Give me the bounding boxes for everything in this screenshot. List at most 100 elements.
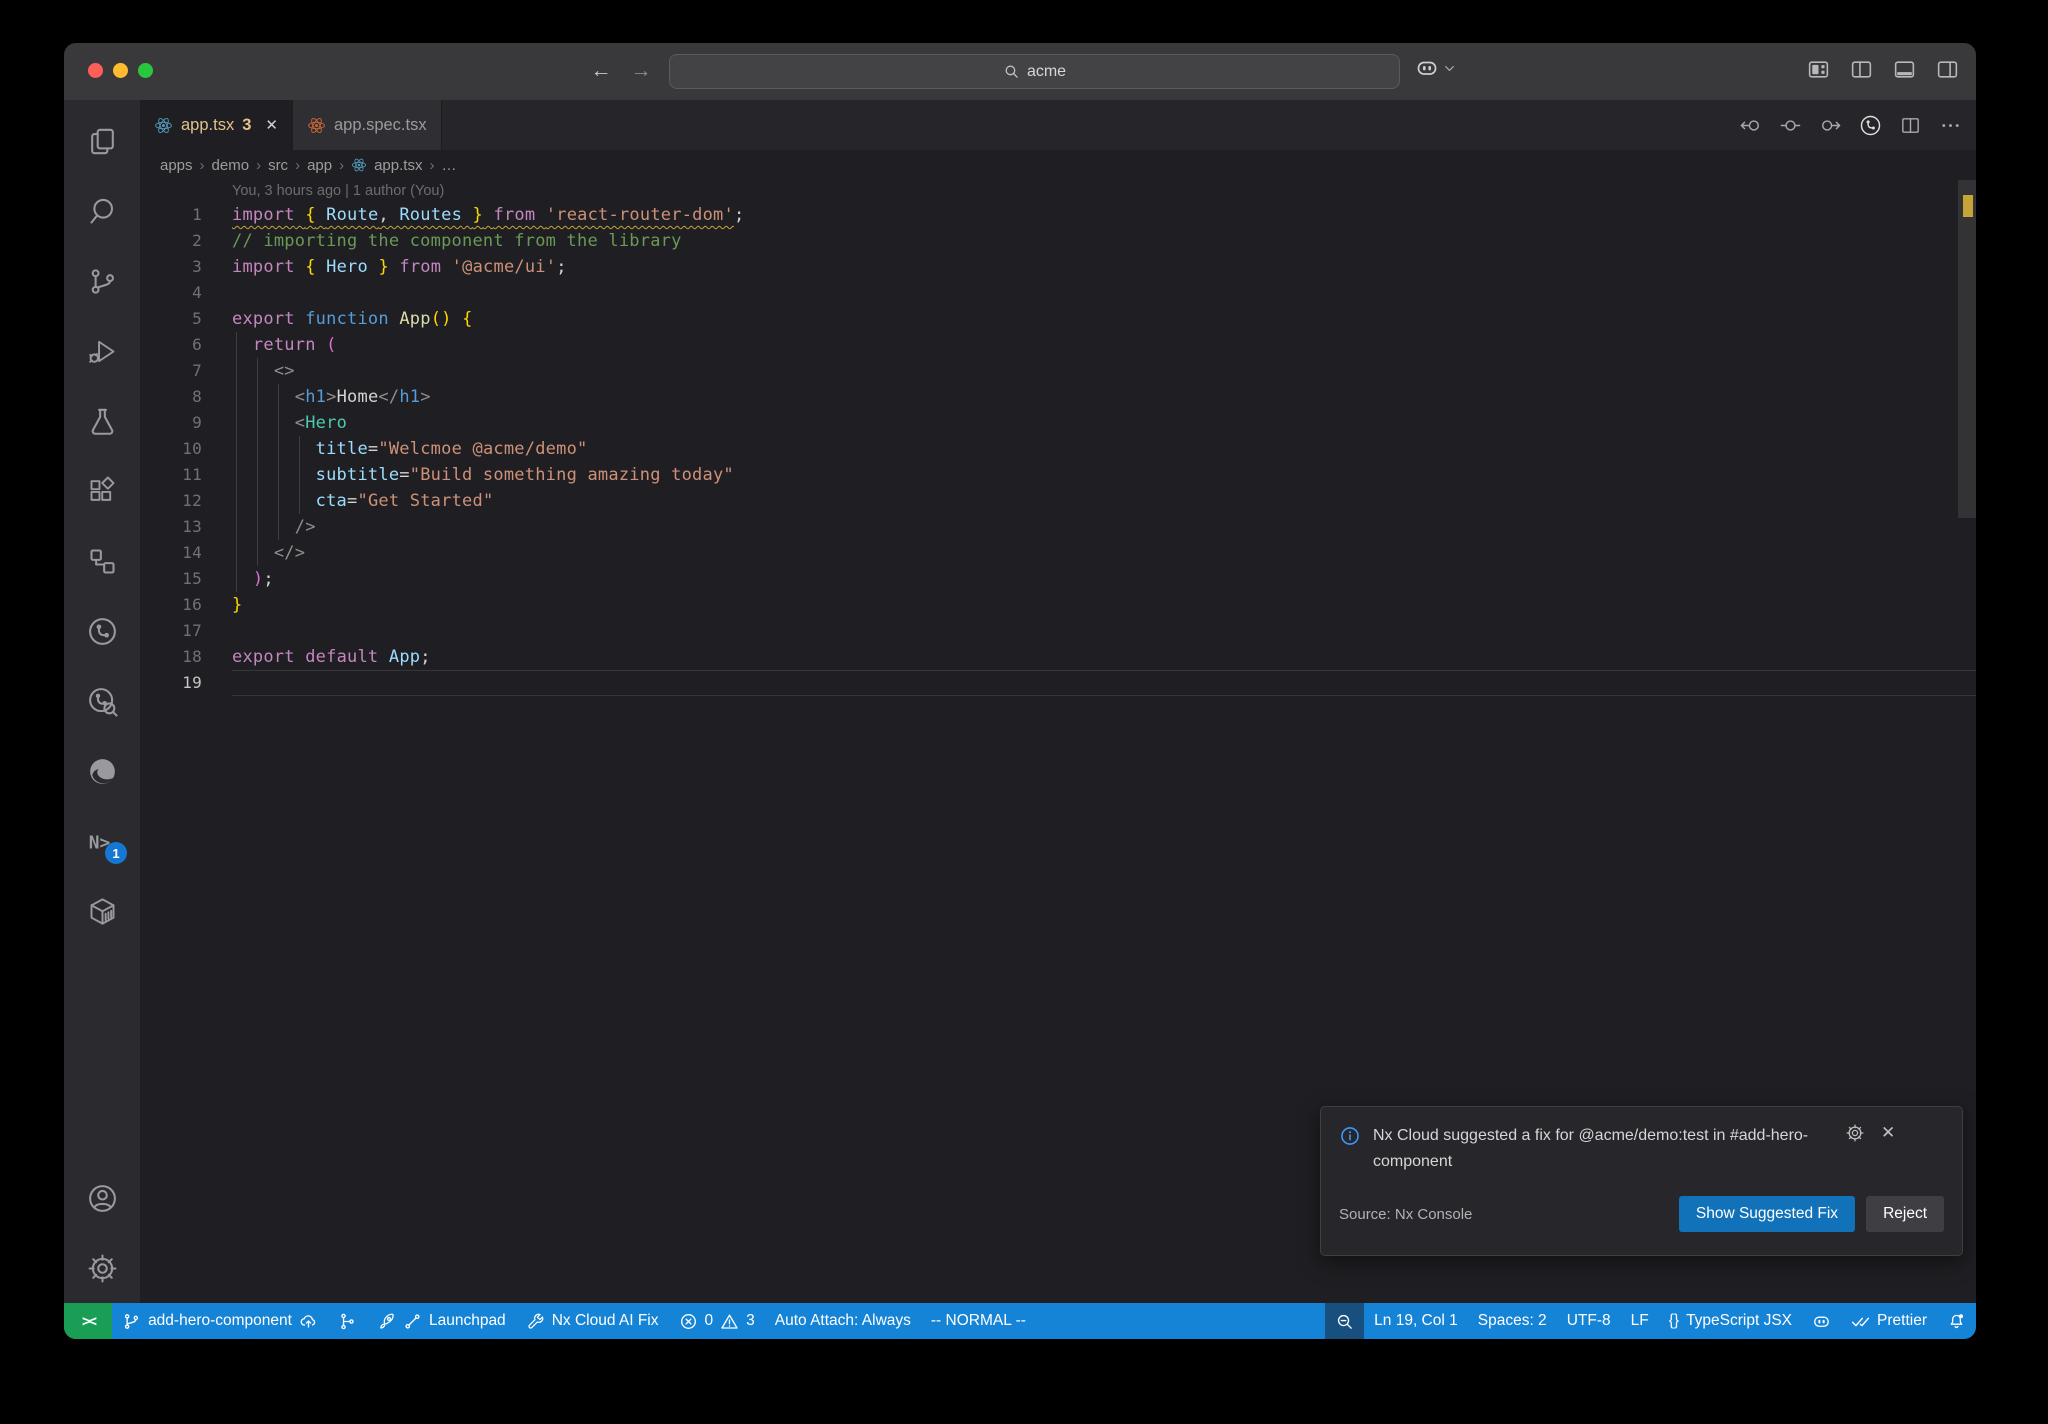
activity-item-references[interactable] bbox=[70, 526, 134, 596]
code-line-10[interactable]: 10 title="Welcmoe @acme/demo" bbox=[140, 436, 1976, 462]
customize-layout-icon[interactable] bbox=[1806, 57, 1831, 82]
editor-scrollbar[interactable] bbox=[1958, 180, 1976, 518]
command-center-search[interactable]: acme bbox=[669, 54, 1400, 89]
status-launchpad[interactable]: Launchpad bbox=[367, 1303, 516, 1339]
activity-item-nx-console[interactable]: N> 1 bbox=[70, 806, 134, 876]
notification-settings-gear-icon[interactable] bbox=[1845, 1123, 1865, 1143]
code-line-11[interactable]: 11 subtitle="Build something amazing tod… bbox=[140, 462, 1976, 488]
status-commit-graph[interactable] bbox=[328, 1303, 367, 1339]
status-formatter[interactable]: Prettier bbox=[1841, 1303, 1937, 1339]
split-editor-icon[interactable] bbox=[1899, 114, 1922, 137]
more-actions-icon[interactable] bbox=[1939, 114, 1962, 137]
code-line-16[interactable]: 16} bbox=[140, 592, 1976, 618]
status-problems[interactable]: 03 bbox=[669, 1303, 765, 1339]
code-line-17[interactable]: 17 bbox=[140, 618, 1976, 644]
status-eol[interactable]: LF bbox=[1621, 1303, 1659, 1339]
status-nx-cloud-ai-fix[interactable]: Nx Cloud AI Fix bbox=[516, 1303, 669, 1339]
reject-button[interactable]: Reject bbox=[1866, 1196, 1944, 1233]
code-line-content[interactable]: <Hero bbox=[232, 410, 1976, 436]
activity-item-search[interactable] bbox=[70, 176, 134, 246]
code-line-content[interactable]: export default App; bbox=[232, 644, 1976, 670]
activity-item-edge-browser[interactable] bbox=[70, 736, 134, 806]
activity-item-explorer[interactable] bbox=[70, 106, 134, 176]
breadcrumb-item[interactable]: src bbox=[268, 157, 288, 174]
activity-item-graph-search[interactable] bbox=[70, 666, 134, 736]
close-window-button[interactable] bbox=[88, 63, 103, 78]
status-copilot-status[interactable] bbox=[1802, 1303, 1841, 1339]
activity-item-testing[interactable] bbox=[70, 386, 134, 456]
code-line-content[interactable] bbox=[232, 618, 1976, 644]
code-line-18[interactable]: 18 export default App; bbox=[140, 644, 1976, 670]
activity-item-source-control[interactable] bbox=[70, 246, 134, 316]
status-cursor-position[interactable]: Ln 19, Col 1 bbox=[1364, 1303, 1468, 1339]
code-line-content[interactable]: /> bbox=[232, 514, 1976, 540]
copilot-menu-button[interactable] bbox=[1415, 56, 1456, 80]
code-line-content[interactable]: import { Route, Routes } from 'react-rou… bbox=[232, 202, 1976, 228]
breadcrumb-item[interactable]: app.tsx bbox=[374, 157, 422, 174]
navigate-forward-button[interactable]: → bbox=[626, 56, 656, 86]
navigate-back-button[interactable]: ← bbox=[586, 56, 616, 86]
status-encoding[interactable]: UTF-8 bbox=[1557, 1303, 1621, 1339]
code-line-4[interactable]: 4 bbox=[140, 280, 1976, 306]
code-line-6[interactable]: 6 return ( bbox=[140, 332, 1976, 358]
code-line-content[interactable]: return ( bbox=[232, 332, 1976, 358]
code-line-content[interactable]: import { Hero } from '@acme/ui'; bbox=[232, 254, 1976, 280]
code-line-content[interactable]: title="Welcmoe @acme/demo" bbox=[232, 436, 1976, 462]
code-line-content[interactable]: </> bbox=[232, 540, 1976, 566]
code-line-13[interactable]: 13 /> bbox=[140, 514, 1976, 540]
code-line-5[interactable]: 5 export function App() { bbox=[140, 306, 1976, 332]
minimize-window-button[interactable] bbox=[113, 63, 128, 78]
commit-graph-icon[interactable] bbox=[1859, 114, 1882, 137]
code-line-15[interactable]: 15 ); bbox=[140, 566, 1976, 592]
code-line-content[interactable]: cta="Get Started" bbox=[232, 488, 1976, 514]
code-line-19[interactable]: 19 bbox=[140, 670, 1976, 696]
next-change-icon[interactable] bbox=[1819, 114, 1842, 137]
activity-item-extensions[interactable] bbox=[70, 456, 134, 526]
status-language-mode[interactable]: {} TypeScript JSX bbox=[1659, 1303, 1802, 1339]
status-auto-attach[interactable]: Auto Attach: Always bbox=[765, 1303, 921, 1339]
code-editor[interactable]: You, 3 hours ago | 1 author (You) 1 impor… bbox=[140, 180, 1976, 1303]
code-line-content[interactable] bbox=[232, 280, 1976, 306]
activity-item-account[interactable] bbox=[70, 1163, 134, 1233]
show-suggested-fix-button[interactable]: Show Suggested Fix bbox=[1678, 1196, 1856, 1233]
activity-item-run-debug[interactable] bbox=[70, 316, 134, 386]
tab-app.tsx[interactable]: app.tsx 3 ✕ bbox=[140, 100, 293, 150]
toggle-panel-bottom-icon[interactable] bbox=[1892, 57, 1917, 82]
code-line-content[interactable]: <h1>Home</h1> bbox=[232, 384, 1976, 410]
status-remote-indicator[interactable]: >< bbox=[64, 1303, 113, 1339]
breadcrumb-item[interactable]: demo bbox=[212, 157, 250, 174]
tab-app.spec.tsx[interactable]: app.spec.tsx bbox=[292, 100, 442, 150]
breadcrumb-item[interactable]: app bbox=[307, 157, 332, 174]
code-line-content[interactable]: // importing the component from the libr… bbox=[232, 228, 1976, 254]
activity-item-package-box[interactable] bbox=[70, 876, 134, 946]
code-line-content[interactable]: } bbox=[232, 592, 1976, 618]
notification-close-icon[interactable]: ✕ bbox=[1881, 1123, 1895, 1143]
code-line-content[interactable]: subtitle="Build something amazing today" bbox=[232, 462, 1976, 488]
breadcrumb-item[interactable]: … bbox=[441, 157, 456, 174]
code-line-9[interactable]: 9 <Hero bbox=[140, 410, 1976, 436]
zoom-window-button[interactable] bbox=[138, 63, 153, 78]
status-zoom-indicator[interactable] bbox=[1325, 1303, 1365, 1339]
code-line-1[interactable]: 1 import { Route, Routes } from 'react-ro… bbox=[140, 202, 1976, 228]
change-icon[interactable] bbox=[1779, 114, 1802, 137]
code-line-12[interactable]: 12 cta="Get Started" bbox=[140, 488, 1976, 514]
tab-close-icon[interactable]: ✕ bbox=[265, 116, 278, 134]
toggle-panel-right-icon[interactable] bbox=[1935, 57, 1960, 82]
code-line-content[interactable] bbox=[232, 670, 1976, 696]
activity-item-graph-circle[interactable] bbox=[70, 596, 134, 666]
breadcrumb-item[interactable]: apps bbox=[160, 157, 193, 174]
status-notifications-bell[interactable] bbox=[1937, 1303, 1976, 1339]
toggle-panel-left-icon[interactable] bbox=[1849, 57, 1874, 82]
code-line-2[interactable]: 2 // importing the component from the lib… bbox=[140, 228, 1976, 254]
status-indentation[interactable]: Spaces: 2 bbox=[1468, 1303, 1557, 1339]
code-line-3[interactable]: 3 import { Hero } from '@acme/ui'; bbox=[140, 254, 1976, 280]
previous-change-icon[interactable] bbox=[1739, 114, 1762, 137]
activity-item-settings-gear[interactable] bbox=[70, 1233, 134, 1303]
code-line-8[interactable]: 8 <h1>Home</h1> bbox=[140, 384, 1976, 410]
code-line-content[interactable]: export function App() { bbox=[232, 306, 1976, 332]
code-line-content[interactable]: ); bbox=[232, 566, 1976, 592]
code-line-7[interactable]: 7 <> bbox=[140, 358, 1976, 384]
status-vim-mode[interactable]: -- NORMAL -- bbox=[921, 1303, 1036, 1339]
status-git-branch[interactable]: add-hero-component bbox=[112, 1303, 328, 1339]
code-line-content[interactable]: <> bbox=[232, 358, 1976, 384]
